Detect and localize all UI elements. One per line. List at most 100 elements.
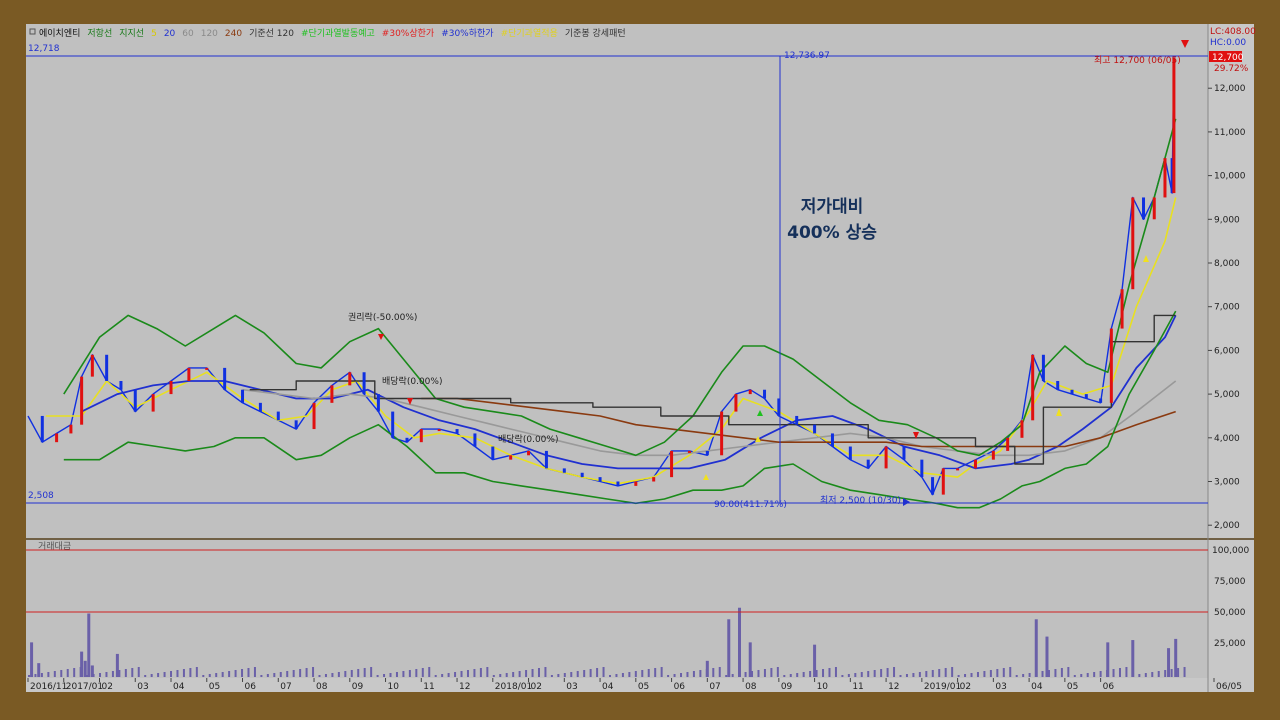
volume-bar-minor-106	[712, 668, 715, 677]
volume-bar-minor-76	[518, 671, 521, 677]
volume-bar-minor-69	[473, 669, 476, 677]
volume-bar-minor-38	[273, 673, 276, 677]
price-candle-45	[763, 389, 767, 399]
price-candle-42	[720, 411, 724, 456]
legend-item-1: 저항선	[87, 28, 112, 39]
x-tick-label-19: 07	[709, 682, 720, 692]
price-candle-53	[902, 446, 906, 460]
volume-bar-minor-148	[983, 671, 986, 677]
volume-bar-minor-104	[699, 670, 702, 677]
price-candle-10	[169, 380, 173, 395]
volume-bar-minor-21	[163, 672, 166, 677]
volume-tick-100k: 100,000	[1212, 546, 1249, 556]
price-candle-31	[527, 450, 531, 456]
price-candle-63	[1041, 354, 1045, 381]
volume-bar-minor-91	[615, 674, 618, 677]
volume-bar-8	[727, 619, 731, 677]
volume-bar-minor-83	[563, 673, 566, 677]
x-tick-label-18: 06	[674, 682, 686, 692]
price-axis-bg	[1208, 24, 1254, 538]
volume-bar-minor-179	[1183, 667, 1186, 677]
price-candle-13	[223, 367, 227, 390]
volume-bar-minor-115	[770, 668, 773, 677]
volume-bar-minor-116	[776, 667, 779, 677]
volume-bar-minor-54	[376, 675, 379, 677]
price-candle-3	[69, 424, 73, 434]
chart-window: 2,000 3,000 4,000 5,000 6,000 7,000 8,000 9,000…	[0, 0, 1280, 720]
volume-bar-minor-136	[905, 674, 908, 677]
volume-bar-minor-164	[1086, 673, 1089, 677]
price-candle-37	[634, 481, 638, 486]
price-candle-62	[1031, 354, 1035, 421]
volume-bar-15	[1131, 640, 1135, 677]
volume-bar-minor-17	[137, 667, 140, 677]
volume-bar-minor-62	[428, 667, 431, 677]
x-tick-label-25: 2019/01	[924, 682, 961, 692]
price-candle-70	[1131, 197, 1135, 290]
price-candle-59	[991, 450, 995, 460]
volume-bar-minor-84	[570, 672, 573, 677]
volume-bar-minor-178	[1177, 668, 1180, 677]
y-tick-label-3: 5,000	[1214, 390, 1240, 400]
volume-bar-minor-156	[1035, 672, 1038, 677]
volume-bar-minor-60	[415, 669, 418, 677]
price-candle-69	[1120, 289, 1124, 329]
volume-bar-minor-117	[783, 675, 786, 677]
price-candle-47	[795, 415, 799, 425]
volume-bar-minor-126	[841, 675, 844, 677]
price-candle-49	[830, 433, 834, 447]
legend-item-12: #단기과열적용	[501, 27, 558, 39]
x-tick-label-6: 06	[245, 682, 257, 692]
price-candle-68	[1109, 328, 1113, 403]
price-candle-54	[920, 459, 924, 478]
volume-bar-minor-81	[550, 675, 553, 677]
volume-bar-minor-135	[899, 675, 902, 677]
volume-bar-minor-171	[1131, 675, 1134, 677]
volume-bar-minor-146	[970, 673, 973, 677]
volume-bar-minor-70	[479, 668, 482, 677]
x-tick-label-4: 04	[173, 682, 185, 692]
volume-bar-minor-57	[395, 672, 398, 677]
price-candle-35	[598, 477, 602, 482]
legend-item-11: #30%하한가	[441, 28, 493, 39]
volume-bar-minor-145	[964, 674, 967, 677]
volume-bar-minor-9	[86, 675, 89, 677]
volume-bar-minor-162	[1073, 675, 1076, 677]
volume-bar-minor-170	[1125, 667, 1128, 677]
price-candle-39	[670, 450, 674, 478]
y-tick-label-7: 9,000	[1214, 215, 1240, 225]
volume-bar-minor-25	[189, 668, 192, 677]
volume-bar-minor-131	[873, 670, 876, 677]
volume-bar-minor-98	[660, 667, 663, 677]
volume-bar-minor-157	[1041, 671, 1044, 677]
volume-bar-12	[1034, 619, 1038, 677]
x-tick-label-1: 2017/01	[66, 682, 103, 692]
x-tick-label-10: 10	[388, 682, 400, 692]
price-candle-73	[1163, 158, 1167, 198]
volume-bar-minor-153	[1015, 675, 1018, 677]
price-candle-61	[1020, 420, 1024, 438]
price-candle-2	[55, 433, 59, 443]
volume-bar-minor-107	[718, 667, 721, 677]
volume-bar-minor-127	[847, 674, 850, 677]
current-price: 12,700	[1212, 53, 1244, 63]
volume-bar-minor-18	[144, 675, 147, 677]
volume-bar-minor-111	[744, 672, 747, 677]
volume-bar-minor-141	[938, 669, 941, 677]
volume-bar-minor-33	[241, 669, 244, 677]
volume-bar-minor-174	[1151, 672, 1154, 677]
price-candle-22	[376, 394, 380, 412]
volume-bar-minor-165	[1093, 672, 1096, 677]
price-candle-72	[1152, 197, 1156, 220]
volume-bar-minor-105	[705, 669, 708, 677]
volume-bar-minor-152	[1009, 667, 1012, 677]
legend-item-2: 지지선	[119, 28, 144, 39]
legend-item-3: 5	[151, 29, 157, 39]
price-candle-41	[705, 450, 709, 456]
price-candle-18	[312, 402, 316, 430]
price-candle-9	[151, 394, 155, 412]
top-left-value: 12,718	[28, 44, 60, 54]
x-tick-label-14: 02	[531, 682, 542, 692]
volume-bar-0	[30, 642, 34, 677]
volume-bar-minor-120	[802, 672, 805, 677]
